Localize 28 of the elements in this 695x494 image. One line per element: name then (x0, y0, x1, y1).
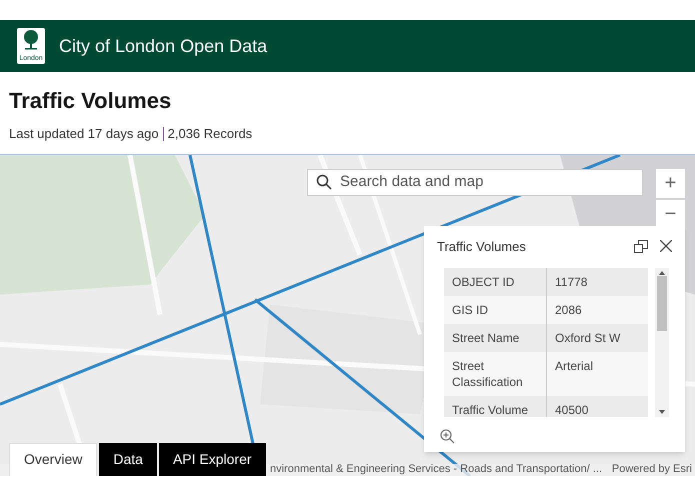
scrollbar[interactable] (655, 268, 669, 417)
tree-icon (22, 30, 40, 50)
field-value: 40500 (554, 402, 590, 417)
site-title[interactable]: City of London Open Data (59, 32, 268, 60)
record-count: 2,036 Records (168, 125, 252, 143)
search-field[interactable]: Search data and map (307, 168, 643, 196)
zoom-to-icon[interactable] (440, 429, 455, 444)
search-input[interactable]: Search data and map (340, 170, 620, 194)
field-label: Traffic Volume (444, 396, 547, 417)
powered-by[interactable]: Powered by Esri (612, 461, 692, 478)
zoom-in-button[interactable]: + (656, 168, 685, 198)
tab[interactable]: Overview (9, 442, 98, 476)
last-updated: Last updated 17 days ago (9, 125, 159, 143)
search-icon (316, 174, 332, 190)
zoom-out-button[interactable]: − (656, 200, 685, 228)
close-icon[interactable] (660, 240, 672, 252)
popup-title: Traffic Volumes (437, 238, 526, 256)
page-title: Traffic Volumes (9, 87, 172, 115)
scroll-down-icon[interactable] (659, 410, 665, 414)
attribution-text: nvironmental & Engineering Services - Roads and Transportation/ ... (270, 462, 602, 478)
field-value: Arterial (554, 358, 594, 375)
tab[interactable]: Data (99, 442, 157, 476)
scroll-thumb[interactable] (657, 276, 667, 331)
dock-icon[interactable] (634, 240, 648, 253)
field-value: Oxford St W (554, 330, 622, 347)
field-value: 2086 (554, 302, 583, 319)
tab[interactable]: API Explorer (158, 442, 266, 476)
field-value: 11778 (554, 274, 588, 291)
